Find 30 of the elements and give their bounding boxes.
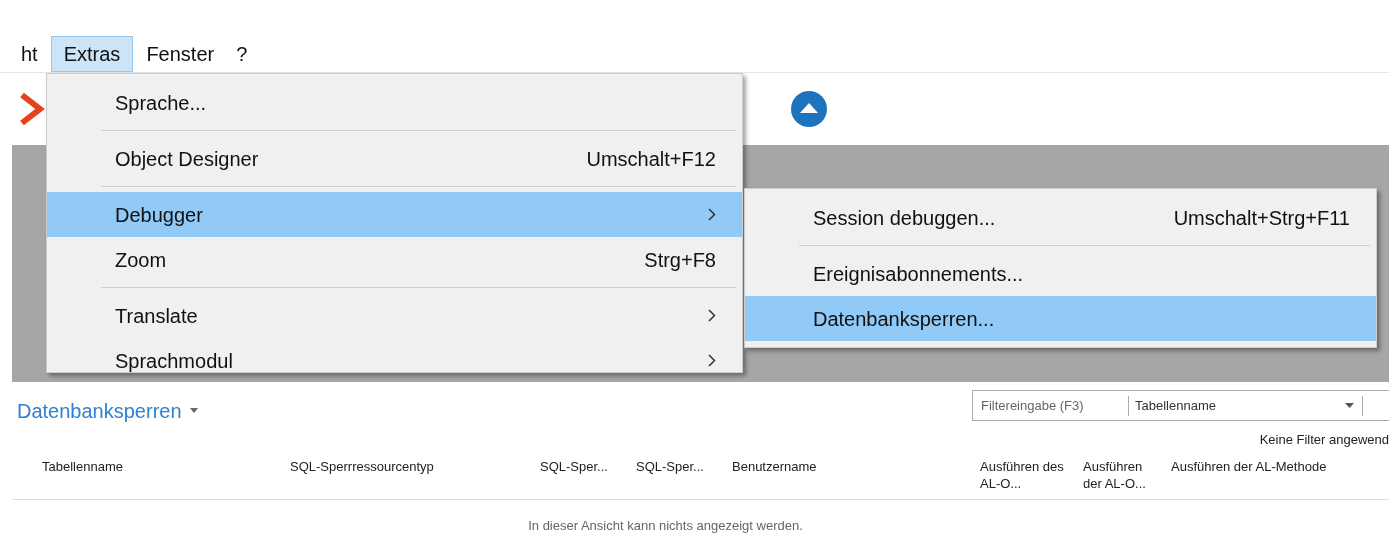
column-header[interactable]: Benutzername [732, 457, 980, 475]
caret-icon[interactable] [189, 408, 198, 414]
column-header[interactable]: Tabellenname [42, 457, 290, 475]
page-title: Datenbanksperren [17, 399, 182, 424]
chevron-icon[interactable] [18, 91, 46, 127]
filter-status: Keine Filter angewend [1259, 431, 1389, 449]
menu-item[interactable]: Session debuggen... Umschalt+Strg+F11 [745, 195, 1376, 251]
menu-item[interactable]: Sprache... [47, 80, 742, 136]
field-selector[interactable]: Tabellenname [1135, 395, 1345, 416]
menu-bar-item[interactable]: Fenster [137, 36, 224, 72]
menu-item[interactable]: Translate [47, 293, 742, 338]
column-header[interactable]: Ausführen des AL-O... [980, 457, 1083, 492]
filter-field[interactable]: Filtereingabe (F3) Tabellenname [972, 390, 1389, 421]
menu-item[interactable]: Datenbanksperren... [745, 296, 1376, 341]
menu-bar-item[interactable]: ht [12, 36, 47, 72]
menu-bar-item[interactable]: ? [227, 36, 257, 72]
up-icon[interactable] [790, 90, 828, 128]
column-header[interactable]: SQL-Sper... [540, 457, 636, 475]
column-header[interactable]: SQL-Sperrressourcentyp [290, 457, 540, 475]
menu-bar-item[interactable]: Extras [50, 36, 134, 72]
column-header[interactable]: Ausführen der AL-Methode [1171, 457, 1361, 475]
empty-message: In dieser Ansicht kann nichts angezeigt werden. [528, 516, 803, 535]
menu-item[interactable]: Ereignisabonnements... [745, 251, 1376, 296]
column-header[interactable]: SQL-Sper... [636, 457, 732, 475]
menu-item[interactable]: Zoom Strg+F8 [47, 237, 742, 293]
menu-item[interactable]: Sprachmodul [47, 338, 742, 382]
column-header[interactable]: Ausführen der AL-O... [1083, 457, 1171, 492]
menu-item[interactable]: Object Designer Umschalt+F12 [47, 136, 742, 192]
caret-icon[interactable] [1345, 402, 1354, 409]
menu-item[interactable]: Debugger [47, 192, 742, 237]
